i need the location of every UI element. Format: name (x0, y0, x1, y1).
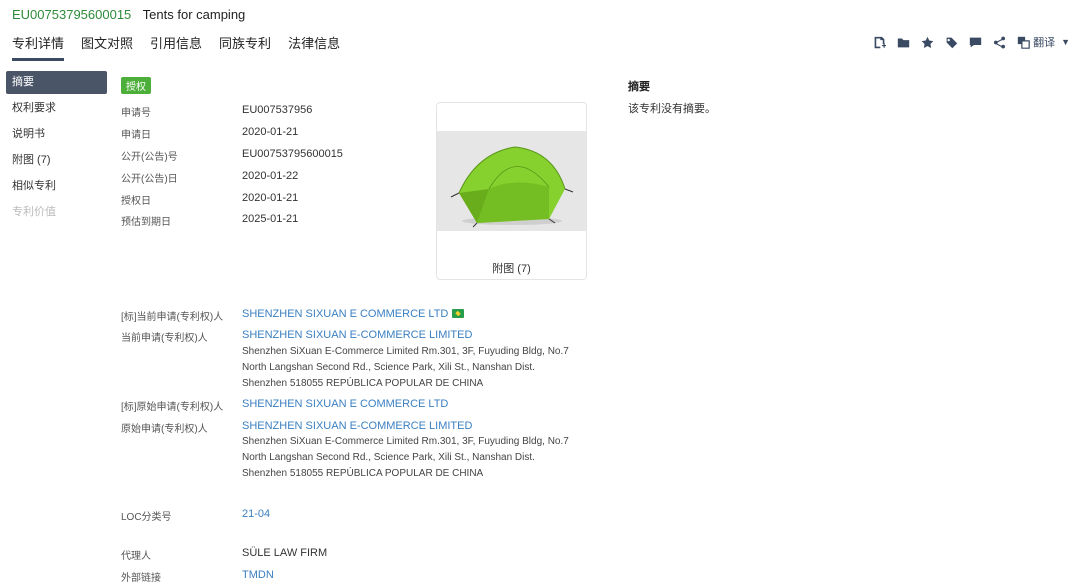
tab-family[interactable]: 同族专利 (219, 33, 271, 61)
sidebar-item-claims[interactable]: 权利要求 (6, 97, 107, 120)
figure-card[interactable]: 附图 (7) (436, 102, 587, 280)
chevron-down-icon: ▼ (1061, 37, 1070, 47)
original-applicant-link[interactable]: SHENZHEN SIXUAN E-COMMERCE LIMITED (242, 420, 472, 432)
expiry-date: 2025-01-21 (242, 213, 299, 225)
abstract-text: 该专利没有摘要。 (628, 103, 716, 115)
sidebar-item-similar[interactable]: 相似专利 (6, 175, 107, 198)
field-label: 公开(公告)号 (121, 152, 178, 163)
application-number: EU007537956 (242, 104, 313, 116)
field-label: 当前申请(专利权)人 (121, 333, 208, 344)
patent-number: EU00753795600015 (12, 7, 132, 22)
abstract-heading: 摘要 (628, 81, 650, 93)
field-label: LOC分类号 (121, 512, 172, 523)
comment-icon[interactable] (968, 35, 982, 49)
tab-image-text[interactable]: 图文对照 (81, 33, 133, 61)
field-label: 代理人 (121, 551, 151, 562)
share-icon[interactable] (992, 35, 1006, 49)
star-icon[interactable] (920, 35, 934, 49)
publication-number: EU00753795600015 (242, 148, 343, 160)
sidebar-item-figures[interactable]: 附图 (7) (6, 149, 107, 172)
patent-title: Tents for camping (142, 7, 246, 22)
field-label: [标]当前申请(专利权)人 (121, 312, 224, 323)
std-current-applicant: SHENZHEN SIXUAN E COMMERCE LTD (242, 308, 465, 320)
field-label: 预估到期日 (121, 217, 171, 228)
external-link[interactable]: TMDN (242, 569, 274, 581)
std-current-applicant-link[interactable]: SHENZHEN SIXUAN E COMMERCE LTD (242, 308, 448, 320)
field-label: 公开(公告)日 (121, 174, 178, 185)
loc-class-link[interactable]: 21-04 (242, 508, 270, 520)
tent-image[interactable] (437, 131, 586, 231)
tab-patent-details[interactable]: 专利详情 (12, 33, 65, 61)
address-line: Shenzhen SiXuan E-Commerce Limited Rm.30… (242, 436, 569, 447)
address-line: North Langshan Second Rd., Science Park,… (242, 362, 535, 373)
field-label: 原始申请(专利权)人 (121, 424, 208, 435)
tab-citations[interactable]: 引用信息 (150, 33, 202, 61)
flag-icon (452, 309, 465, 318)
application-date: 2020-01-21 (242, 126, 299, 138)
address-line: North Langshan Second Rd., Science Park,… (242, 452, 535, 463)
tag-icon[interactable] (944, 35, 958, 49)
sidebar-item-value: 专利价值 (12, 206, 56, 218)
address-line: Shenzhen SiXuan E-Commerce Limited Rm.30… (242, 346, 569, 357)
agent-name: SÜLE LAW FIRM (242, 547, 328, 559)
current-applicant-address: Shenzhen SiXuan E-Commerce Limited Rm.30… (242, 344, 569, 392)
translate-label: 翻译 (1033, 37, 1056, 49)
folder-icon[interactable] (896, 35, 910, 49)
field-label: 授权日 (121, 196, 151, 207)
original-applicant-address: Shenzhen SiXuan E-Commerce Limited Rm.30… (242, 434, 569, 482)
sidebar-item-abstract[interactable]: 摘要 (6, 71, 107, 94)
address-line: Shenzhen 518055 REPÚBLICA POPULAR DE CHI… (242, 378, 484, 389)
toolbar: 翻译 ▼ (872, 34, 1070, 50)
field-label: [标]原始申请(专利权)人 (121, 402, 224, 413)
tab-legal[interactable]: 法律信息 (288, 33, 340, 61)
tab-bar: 专利详情 图文对照 引用信息 同族专利 法律信息 (12, 33, 357, 61)
sidebar: 摘要 权利要求 说明书 附图 (7) 相似专利 专利价值 (6, 71, 107, 227)
add-note-icon[interactable] (872, 35, 886, 49)
status-badge: 授权 (121, 77, 151, 94)
field-label: 申请号 (121, 108, 151, 119)
page-title: EU00753795600015 Tents for camping (12, 7, 245, 22)
figure-caption[interactable]: 附图 (7) (437, 260, 586, 276)
sidebar-item-description[interactable]: 说明书 (6, 123, 107, 146)
publication-date: 2020-01-22 (242, 170, 299, 182)
translate-icon (1016, 35, 1030, 49)
address-line: Shenzhen 518055 REPÚBLICA POPULAR DE CHI… (242, 468, 484, 479)
std-original-applicant-link[interactable]: SHENZHEN SIXUAN E COMMERCE LTD (242, 398, 448, 410)
current-applicant-link[interactable]: SHENZHEN SIXUAN E-COMMERCE LIMITED (242, 329, 472, 341)
field-label: 申请日 (121, 130, 151, 141)
grant-date: 2020-01-21 (242, 192, 299, 204)
translate-button[interactable]: 翻译 ▼ (1016, 34, 1070, 50)
field-label: 外部链接 (121, 573, 161, 584)
